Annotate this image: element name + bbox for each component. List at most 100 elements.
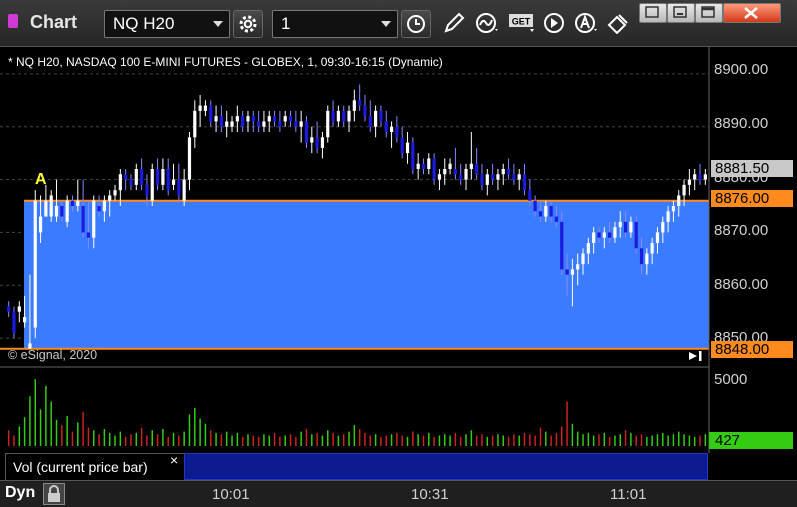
candle-body	[150, 169, 154, 201]
candle-body	[358, 100, 362, 106]
alerts-button[interactable]	[572, 10, 600, 36]
candle-body	[491, 174, 495, 180]
time-tick: 10:31	[411, 486, 449, 503]
studies-button[interactable]	[473, 10, 501, 36]
close-icon	[744, 7, 758, 19]
candle-body	[23, 317, 27, 323]
candle-body	[480, 174, 484, 185]
draw-tool-button[interactable]	[440, 10, 468, 36]
candle-body	[92, 200, 96, 238]
candle-body	[400, 137, 404, 154]
candle-body	[427, 158, 431, 169]
candle-body	[506, 169, 511, 175]
candle-body	[453, 169, 457, 175]
replay-button[interactable]	[541, 10, 569, 36]
candle-body	[528, 190, 532, 201]
candle-body	[405, 142, 410, 154]
alert-a-icon	[575, 13, 597, 33]
close-button[interactable]	[723, 3, 781, 23]
candle-body	[602, 232, 606, 238]
candle-body	[97, 206, 101, 212]
candle-body	[193, 110, 197, 138]
candle-body	[650, 243, 654, 254]
settings-gear-button[interactable]	[233, 10, 263, 38]
candle-body	[155, 169, 160, 185]
candle-body	[299, 121, 303, 127]
chevron-down-icon[interactable]	[213, 21, 223, 27]
candle-body	[113, 190, 117, 196]
candle-body	[645, 253, 649, 265]
toolbar: Chart NQ H20 1 GET	[0, 0, 797, 47]
study-legend-strip	[184, 453, 708, 480]
candle-body	[315, 137, 319, 148]
candle-body	[235, 116, 239, 122]
price-tick: 8860.00	[714, 276, 769, 293]
dynamic-mode-label[interactable]: Dyn	[5, 484, 35, 502]
time-axis[interactable]	[0, 480, 797, 507]
candle-body	[54, 206, 59, 217]
candle-body	[145, 184, 149, 196]
volume-tick: 5000	[714, 371, 748, 388]
volume-last-label: 427	[709, 432, 793, 449]
close-study-icon[interactable]: ×	[170, 452, 178, 468]
candle-body	[278, 121, 282, 127]
candle-body	[475, 163, 479, 175]
restore-button[interactable]	[639, 3, 667, 23]
symbol-combobox[interactable]: NQ H20	[104, 10, 230, 38]
time-tick: 11:01	[610, 486, 647, 503]
zone-bottom-price-label: 8848.00	[711, 341, 793, 358]
candle-body	[331, 110, 335, 122]
candle-body	[124, 174, 128, 180]
candle-body	[12, 311, 16, 333]
candle-body	[459, 174, 463, 180]
candle-body	[512, 174, 516, 180]
chevron-down-icon[interactable]	[381, 21, 391, 27]
candle-body	[485, 174, 489, 185]
svg-text:GET: GET	[512, 17, 531, 27]
chart-canvas[interactable]: A	[0, 47, 797, 481]
candle-body	[368, 116, 372, 127]
time-template-button[interactable]	[401, 10, 431, 38]
price-zone-rectangle[interactable]	[24, 200, 709, 349]
clear-drawings-button[interactable]	[604, 10, 632, 36]
marker-label[interactable]: A	[35, 171, 47, 188]
copyright-label: © eSignal, 2020	[8, 348, 98, 362]
candle-body	[629, 221, 633, 233]
interval-combobox[interactable]: 1	[272, 10, 398, 38]
candle-body	[443, 169, 447, 175]
candle-body	[108, 195, 112, 201]
candle-body	[187, 137, 192, 180]
candle-body	[682, 184, 686, 196]
price-tick: 8890.00	[714, 115, 769, 132]
candle-body	[634, 221, 638, 249]
candle-body	[134, 169, 138, 185]
candle-body	[576, 264, 580, 270]
candle-body	[166, 169, 170, 191]
candle-body	[698, 174, 702, 180]
candle-body	[496, 174, 500, 180]
candle-body	[533, 200, 537, 212]
candle-body	[230, 121, 234, 127]
volume-study-legend[interactable]: Vol (current price bar)	[5, 453, 185, 482]
candle-body	[203, 105, 208, 111]
time-tick: 10:01	[212, 486, 250, 503]
candle-body	[448, 163, 452, 169]
candle-body	[209, 105, 213, 122]
candle-body	[671, 206, 676, 212]
candle-body	[544, 206, 548, 217]
candle-body	[129, 179, 133, 185]
candle-body	[592, 232, 596, 243]
lock-icon[interactable]	[43, 483, 65, 505]
candle-body	[554, 216, 559, 222]
candle-body	[623, 221, 628, 233]
candle-body	[118, 174, 122, 191]
candle-body	[38, 216, 43, 233]
candle-body	[246, 116, 250, 122]
chart-info-label: * NQ H20, NASDAQ 100 E-MINI FUTURES - GL…	[8, 55, 443, 69]
get-data-button[interactable]: GET	[506, 10, 536, 36]
minimize-button[interactable]	[667, 3, 695, 23]
maximize-button[interactable]	[695, 3, 723, 23]
candle-body	[538, 211, 543, 217]
candle-body	[262, 121, 266, 127]
clear-drawings-icon	[607, 14, 628, 34]
